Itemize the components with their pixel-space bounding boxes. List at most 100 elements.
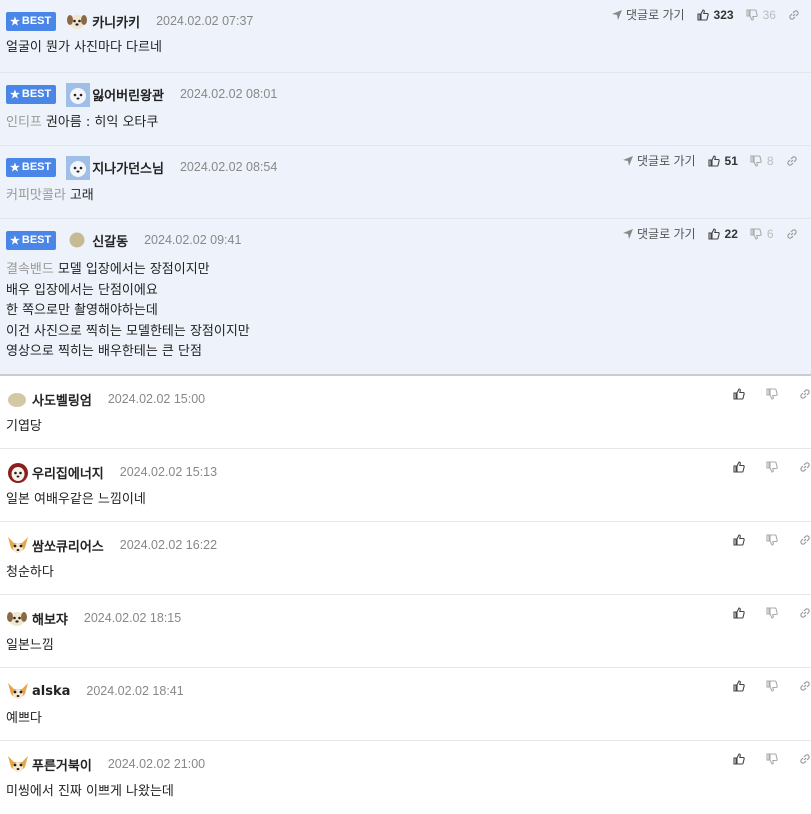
link-icon[interactable] xyxy=(799,607,811,619)
comment-date: 2024.02.02 08:01 xyxy=(179,87,278,101)
link-icon[interactable] xyxy=(799,388,811,400)
dislike-button[interactable] xyxy=(766,461,783,473)
comment-text: 미씽에서 진짜 이쁘게 나왔는데 xyxy=(6,784,174,799)
band-label[interactable]: 인티프 xyxy=(6,115,42,130)
puppy-icon[interactable] xyxy=(66,10,88,32)
thumbs-down-icon xyxy=(766,753,778,765)
comment-text: 모델 입장에서는 장점이지만 xyxy=(57,262,210,277)
snow-dog-icon[interactable] xyxy=(66,156,91,180)
chihuahua-icon[interactable] xyxy=(6,753,28,775)
link-icon[interactable] xyxy=(799,680,811,692)
link-icon[interactable] xyxy=(799,461,811,473)
thumbs-up-icon xyxy=(733,388,745,400)
dislike-button[interactable] xyxy=(766,534,783,546)
dislike-button[interactable] xyxy=(766,753,783,765)
nickname[interactable]: 잃어버린왕관 xyxy=(92,85,164,104)
blob-icon[interactable] xyxy=(66,229,88,251)
comment-text: 권아름 : 히익 오타쿠 xyxy=(45,115,159,130)
thumbs-up-icon xyxy=(733,607,745,619)
comment-date: 2024.02.02 15:00 xyxy=(107,392,206,406)
comment: 사도벨링엄 2024.02.02 15:00 기엽당 xyxy=(0,376,811,449)
nickname[interactable]: 해보쟈 xyxy=(32,609,68,628)
comment-date: 2024.02.02 21:00 xyxy=(107,757,206,771)
thumbs-down-icon xyxy=(766,461,778,473)
like-button[interactable]: 22 xyxy=(707,227,738,241)
nickname[interactable]: 지나가던스님 xyxy=(92,158,164,177)
thumbs-down-icon xyxy=(766,680,778,692)
thumbs-up-icon xyxy=(707,154,720,167)
comment-date: 2024.02.02 18:41 xyxy=(86,684,184,698)
comment-header: ★ BEST 지나가던스님 2024.02.02 08:54 xyxy=(6,156,277,180)
comment-header: ★ BEST 신갈동 2024.02.02 09:41 xyxy=(6,229,241,251)
comment-actions xyxy=(733,607,811,619)
best-comment: ★ BEST 카니카키 2024.02.02 07:37 댓글로 가기 323 3… xyxy=(0,0,811,73)
comment-actions xyxy=(733,461,811,473)
nickname[interactable]: 신갈동 xyxy=(92,231,128,250)
thumbs-up-icon xyxy=(733,534,745,546)
dislike-button[interactable] xyxy=(766,388,783,400)
nickname[interactable]: 푸른거북이 xyxy=(32,755,92,774)
link-icon[interactable] xyxy=(799,753,811,765)
comment-header: 우리집에너지 2024.02.02 15:13 xyxy=(6,461,217,483)
dislike-button[interactable]: 6 xyxy=(750,227,774,241)
band-label[interactable]: 결속밴드 xyxy=(6,262,54,277)
comment-actions: 댓글로 가기 22 6 xyxy=(623,225,798,242)
like-button[interactable]: 323 xyxy=(696,8,734,22)
nickname[interactable]: 쌈쏘큐리어스 xyxy=(32,536,104,555)
link-icon[interactable] xyxy=(786,155,798,167)
link-icon[interactable] xyxy=(799,534,811,546)
best-comment: ★ BEST 신갈동 2024.02.02 09:41 댓글로 가기 22 6 결… xyxy=(0,219,811,376)
comment: 푸른거북이 2024.02.02 21:00 미씽에서 진짜 이쁘게 나왔는데 xyxy=(0,741,811,814)
comment-text: 배우 입장에서는 단점이에요 xyxy=(6,282,158,298)
comment-header: 쌈쏘큐리어스 2024.02.02 16:22 xyxy=(6,534,217,556)
chihuahua-icon[interactable] xyxy=(6,680,28,702)
like-button[interactable] xyxy=(733,461,750,473)
like-button[interactable] xyxy=(733,534,750,546)
comment-header: alska 2024.02.02 18:41 xyxy=(6,680,184,702)
puppy-icon[interactable] xyxy=(6,607,28,629)
band-label[interactable]: 커피맛콜라 xyxy=(6,188,66,203)
dislike-button[interactable]: 8 xyxy=(750,154,774,168)
snow-dog-icon[interactable] xyxy=(66,83,91,107)
comment-actions xyxy=(733,534,811,546)
red-dog-icon[interactable] xyxy=(6,461,28,483)
thumbs-down-icon xyxy=(766,534,778,546)
nickname[interactable]: 카니카키 xyxy=(92,12,140,31)
thumbs-up-icon xyxy=(696,8,709,21)
like-button[interactable] xyxy=(733,680,750,692)
blob-icon[interactable] xyxy=(6,388,28,410)
thumbs-down-icon xyxy=(746,8,758,21)
reply-link[interactable]: 댓글로 가기 xyxy=(623,152,696,169)
dislike-button[interactable] xyxy=(766,680,783,692)
link-icon[interactable] xyxy=(788,9,800,21)
chihuahua-icon[interactable] xyxy=(6,534,28,556)
star-icon: ★ xyxy=(10,234,20,247)
thumbs-up-icon xyxy=(733,753,745,765)
nickname[interactable]: alska xyxy=(32,684,70,699)
reply-link[interactable]: 댓글로 가기 xyxy=(623,225,696,242)
link-icon[interactable] xyxy=(786,228,798,240)
nickname[interactable]: 사도벨링엄 xyxy=(32,390,92,409)
thumbs-up-icon xyxy=(707,227,720,240)
comment-text: 기엽당 xyxy=(6,419,42,434)
comment-text: 고래 xyxy=(69,188,94,203)
best-comment: ★ BEST 지나가던스님 2024.02.02 08:54 댓글로 가기 51 … xyxy=(0,146,811,219)
comment-actions xyxy=(733,680,811,692)
thumbs-up-icon xyxy=(733,461,745,473)
comment-header: 해보쟈 2024.02.02 18:15 xyxy=(6,607,181,629)
like-button[interactable] xyxy=(733,388,750,400)
dislike-button[interactable]: 36 xyxy=(746,8,776,22)
comment-date: 2024.02.02 07:37 xyxy=(156,14,254,28)
best-comment: ★BEST 잃어버린왕관 2024.02.02 08:01 댓글로 가기 129… xyxy=(0,73,811,168)
like-button[interactable] xyxy=(733,753,750,765)
comment-actions: 댓글로 가기 51 8 xyxy=(623,152,798,169)
comment-header: ★ BEST 카니카키 2024.02.02 07:37 xyxy=(6,10,253,32)
like-button[interactable] xyxy=(733,607,750,619)
thumbs-down-icon xyxy=(766,607,778,619)
dislike-button[interactable] xyxy=(766,607,783,619)
comment-body: 얼굴이 뭔가 사진마다 다르네 xyxy=(6,38,162,59)
best-badge: ★ BEST xyxy=(6,84,57,104)
nickname[interactable]: 우리집에너지 xyxy=(32,463,104,482)
reply-link[interactable]: 댓글로 가기 xyxy=(612,6,685,23)
like-button[interactable]: 51 xyxy=(707,154,738,168)
